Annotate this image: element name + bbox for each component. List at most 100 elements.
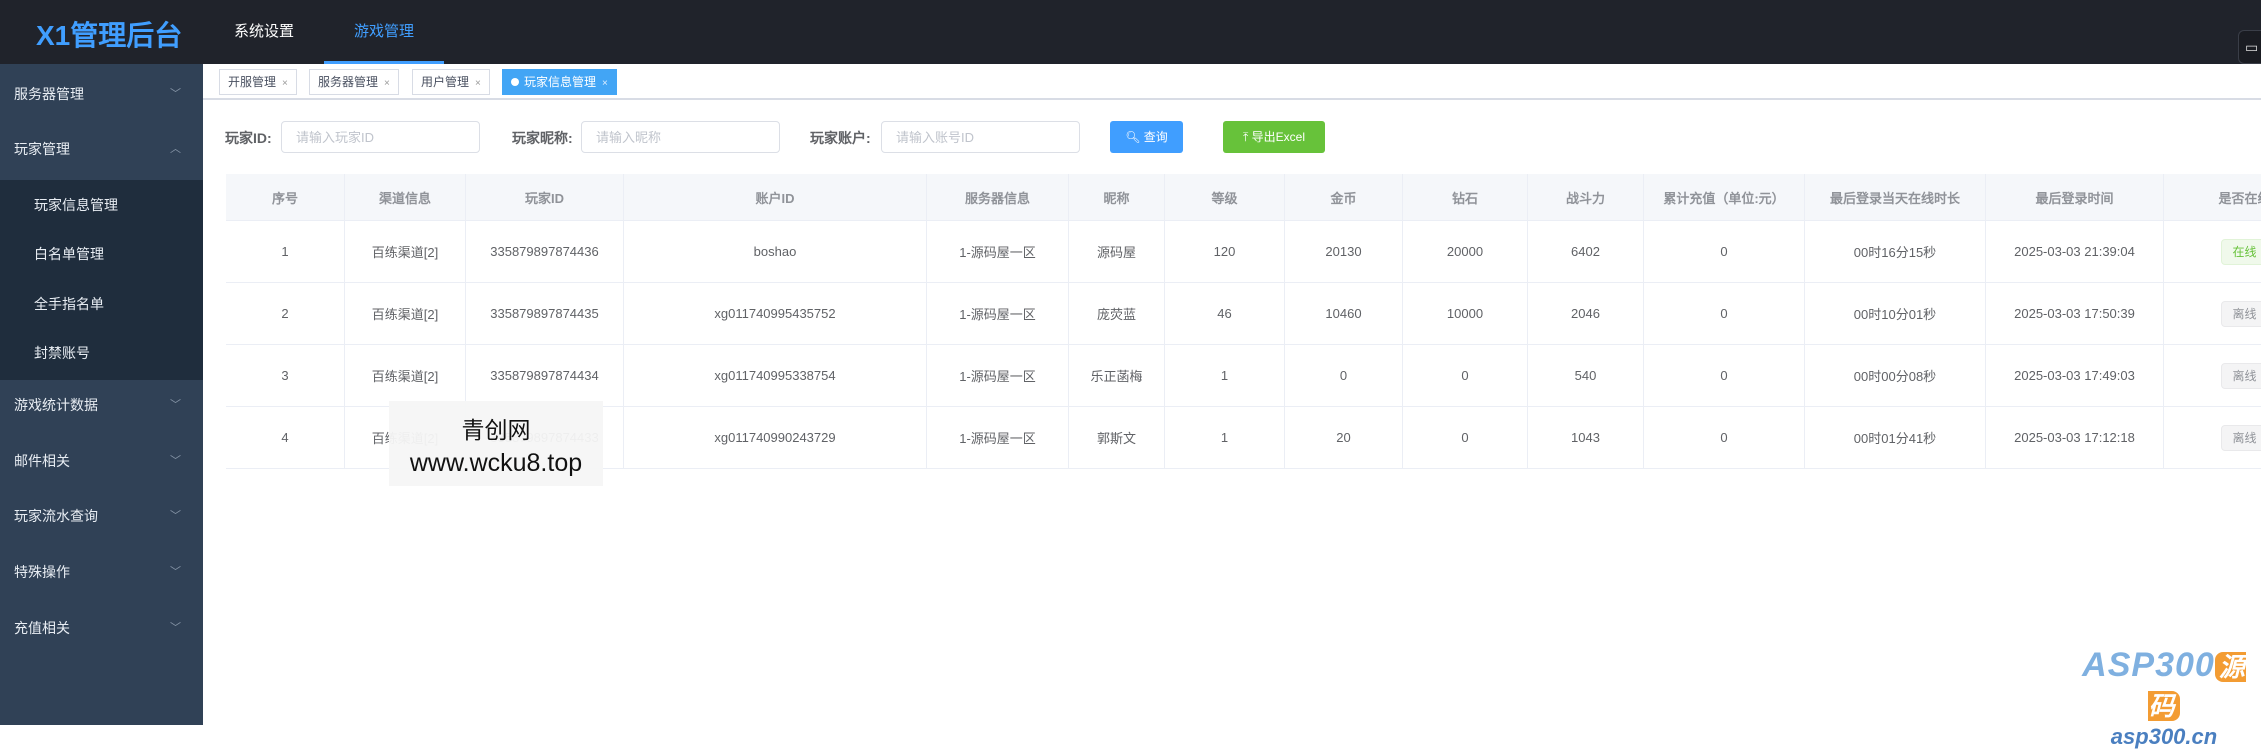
table-cell: 20000: [1403, 221, 1528, 282]
nav-game-management[interactable]: 游戏管理: [324, 0, 444, 64]
close-icon[interactable]: ×: [602, 78, 608, 89]
sidebar-item-mail[interactable]: 邮件相关 ﹀: [0, 434, 203, 489]
table-cell: 百练渠道[2]: [345, 283, 466, 344]
app-logo: X1管理后台: [36, 20, 183, 51]
table-cell: 2025-03-03 17:12:18: [1986, 407, 2164, 468]
sidebar-item-player-flow[interactable]: 玩家流水查询 ﹀: [0, 489, 203, 544]
tab-label: 用户管理: [421, 75, 470, 89]
table-cell: 百练渠道[2]: [345, 345, 466, 406]
tab-user-management[interactable]: 用户管理 ×: [412, 69, 490, 95]
chevron-down-icon: ﹀: [170, 88, 181, 100]
table-cell: 00时00分08秒: [1805, 345, 1986, 406]
close-icon[interactable]: ×: [384, 78, 390, 89]
column-header: 钻石: [1403, 174, 1528, 220]
sidebar-item-label: 充值相关: [14, 620, 70, 636]
online-status-tag: 离线: [2221, 362, 2261, 389]
watermark: 青创网 www.wcku8.top: [389, 401, 603, 486]
online-status-tag: 离线: [2221, 424, 2261, 451]
column-header: 累计充值（单位:元）: [1644, 174, 1805, 220]
tab-player-info[interactable]: 玩家信息管理 ×: [502, 69, 617, 95]
table-cell: 离线: [2164, 345, 2261, 406]
sidebar-item-game-stats[interactable]: 游戏统计数据 ﹀: [0, 378, 203, 433]
chevron-down-icon: ﹀: [170, 622, 181, 634]
table-cell: 2025-03-03 17:50:39: [1986, 283, 2164, 344]
corner-logo-url: asp300.cn: [2110, 724, 2218, 749]
tab-server-management[interactable]: 服务器管理 ×: [309, 69, 399, 95]
table-cell: 1-源码屋一区: [927, 283, 1069, 344]
table-cell: 1: [1165, 407, 1285, 468]
sidebar-subitem-banned-accounts[interactable]: 封禁账号: [0, 328, 203, 378]
table-cell: boshao: [624, 221, 927, 282]
column-header: 昵称: [1069, 174, 1165, 220]
sidebar-item-special-ops[interactable]: 特殊操作 ﹀: [0, 545, 203, 600]
column-header: 服务器信息: [927, 174, 1069, 220]
close-icon[interactable]: ×: [282, 78, 288, 89]
chevron-down-icon: ﹀: [170, 455, 181, 467]
active-dot-icon: [511, 78, 519, 86]
sidebar-item-player-management[interactable]: 玩家管理 ︿: [0, 122, 203, 177]
table-cell: 0: [1285, 345, 1403, 406]
account-input[interactable]: [881, 121, 1080, 153]
nav-system-settings[interactable]: 系统设置: [222, 0, 306, 64]
table-cell: 10000: [1403, 283, 1528, 344]
sidebar-item-recharge[interactable]: 充值相关 ﹀: [0, 601, 203, 656]
table-cell: 20: [1285, 407, 1403, 468]
table-cell: 00时16分15秒: [1805, 221, 1986, 282]
column-header: 是否在线: [2164, 174, 2261, 220]
column-header: 渠道信息: [345, 174, 466, 220]
sidebar-item-label: 游戏统计数据: [14, 397, 98, 413]
column-header: 等级: [1165, 174, 1285, 220]
column-header: 玩家ID: [466, 174, 624, 220]
table-cell: 0: [1644, 283, 1805, 344]
export-excel-button[interactable]: ⤒ 导出Excel: [1223, 121, 1325, 153]
upload-icon: ⤒: [1243, 130, 1252, 144]
chevron-up-icon: ︿: [170, 143, 181, 155]
column-header: 战斗力: [1528, 174, 1644, 220]
sidebar-item-label: 特殊操作: [14, 564, 70, 580]
table-cell: 庞荧蓝: [1069, 283, 1165, 344]
table-cell: 乐正菡梅: [1069, 345, 1165, 406]
sidebar-subitem-player-info[interactable]: 玩家信息管理: [0, 180, 203, 230]
sidebar-item-label: 服务器管理: [14, 86, 84, 102]
table-cell: 郭斯文: [1069, 407, 1165, 468]
table-cell: 1-源码屋一区: [927, 345, 1069, 406]
account-label: 玩家账户:: [810, 130, 871, 146]
column-header: 最后登录当天在线时长: [1805, 174, 1986, 220]
close-icon[interactable]: ×: [475, 78, 481, 89]
table-row: 2 百练渠道[2] 335879897874435 xg011740995435752…: [226, 283, 2261, 345]
column-header: 最后登录时间: [1986, 174, 2164, 220]
table-cell: 1: [226, 221, 345, 282]
sidebar-item-server-management[interactable]: 服务器管理 ﹀: [0, 67, 203, 122]
player-id-label: 玩家ID:: [225, 130, 272, 146]
query-button[interactable]: 🔍︎ 查询: [1110, 121, 1183, 153]
table-header-row: 序号 渠道信息 玩家ID 账户ID 服务器信息 昵称 等级 金币 钻石 战斗力 累计充值（单位:元）…: [226, 174, 2261, 221]
table-cell: 0: [1644, 407, 1805, 468]
sidebar-item-label: 玩家管理: [14, 141, 70, 157]
sidebar-subitem-whitelist[interactable]: 白名单管理: [0, 229, 203, 279]
nickname-input[interactable]: [581, 121, 780, 153]
table-cell: 0: [1644, 221, 1805, 282]
online-status-tag: 在线: [2221, 238, 2261, 265]
table-cell: 10460: [1285, 283, 1403, 344]
sidebar-subitem-finger-list[interactable]: 全手指名单: [0, 279, 203, 329]
table-cell: 2046: [1528, 283, 1644, 344]
tab-label: 服务器管理: [318, 75, 379, 89]
table-cell: 1-源码屋一区: [927, 221, 1069, 282]
table-cell: 120: [1165, 221, 1285, 282]
table-cell: 百练渠道[2]: [345, 221, 466, 282]
player-id-input[interactable]: [281, 121, 480, 153]
table-cell: 1043: [1528, 407, 1644, 468]
chevron-down-icon: ﹀: [170, 510, 181, 522]
table-cell: 离线: [2164, 407, 2261, 468]
column-header: 序号: [226, 174, 345, 220]
monitor-icon[interactable]: ▭: [2238, 30, 2261, 64]
corner-logo-mark: ASP300 源码: [2082, 646, 2246, 721]
table-cell: 0: [1644, 345, 1805, 406]
table-cell: 00时01分41秒: [1805, 407, 1986, 468]
sidebar: 服务器管理 ﹀ 玩家管理 ︿ 玩家信息管理 白名单管理 全手指名单 封禁账号 游戏统…: [0, 64, 203, 725]
table-cell: 离线: [2164, 283, 2261, 344]
tab-server-open[interactable]: 开服管理 ×: [219, 69, 297, 95]
top-header: X1管理后台 系统设置 游戏管理 ▭: [0, 0, 2261, 64]
table-cell: 335879897874434: [466, 345, 624, 406]
table-cell: 1: [1165, 345, 1285, 406]
